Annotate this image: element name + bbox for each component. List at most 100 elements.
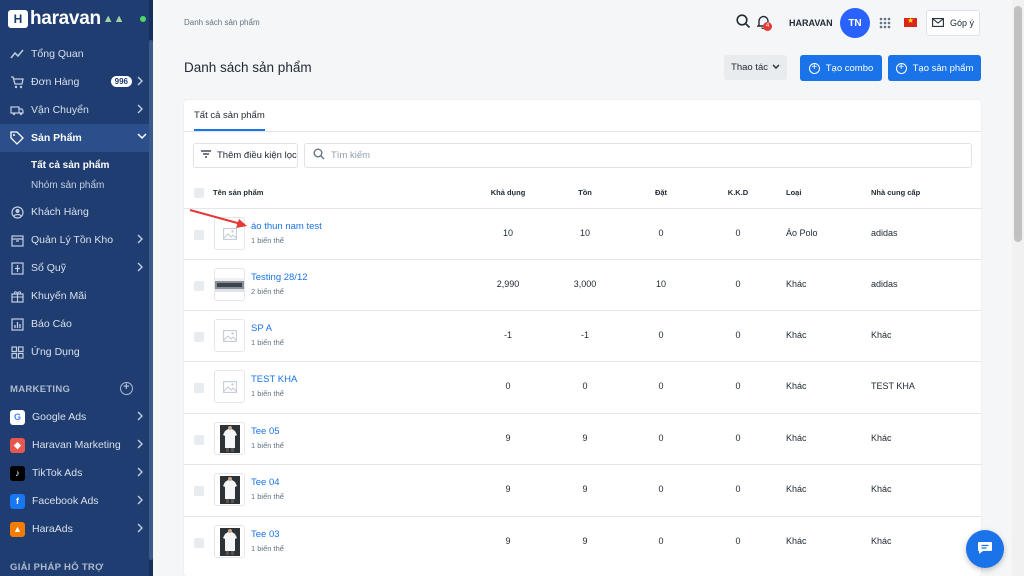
- product-thumbnail[interactable]: [214, 473, 245, 506]
- vendor-cell: adidas: [871, 279, 898, 289]
- sidebar-item-reports[interactable]: Báo Cáo: [0, 310, 153, 338]
- select-all-checkbox[interactable]: [194, 188, 204, 198]
- app-window: H haravan ▲▲ Tổng Quan Đơn Hàng 996 Vận …: [0, 0, 1024, 576]
- image-placeholder-icon: [222, 329, 237, 342]
- table-row[interactable]: SP A 1 biến thể -1 -1 0 0 Khác Khác: [184, 310, 981, 361]
- breadcrumb[interactable]: Danh sách sản phẩm: [184, 18, 260, 27]
- gift-icon: [10, 289, 24, 303]
- table-row[interactable]: TEST KHA 1 biến thể 0 0 0 0 Khác TEST KHA: [184, 361, 981, 412]
- product-thumbnail[interactable]: [214, 370, 245, 403]
- row-checkbox[interactable]: [194, 538, 204, 548]
- brand-logo[interactable]: H haravan ▲▲: [0, 0, 153, 38]
- add-channel-icon[interactable]: +: [120, 382, 133, 395]
- plus-circle-icon: +: [895, 62, 907, 74]
- sidebar-item-haravan-marketing[interactable]: ◆ Haravan Marketing: [0, 431, 153, 459]
- product-name-link[interactable]: Tee 05: [251, 426, 280, 437]
- table-row[interactable]: Tee 04 1 biến thể 9 9 0 0 Khác Khác: [184, 464, 981, 515]
- product-name-link[interactable]: áo thun nam test: [251, 221, 322, 232]
- product-photo: [215, 277, 244, 292]
- table-row[interactable]: Testing 28/12 2 biến thể 2,990 3,000 10 0 Khác…: [184, 259, 981, 310]
- report-icon: [10, 317, 24, 331]
- type-cell: Khác: [786, 484, 807, 494]
- marketing-section-title: MARKETING +: [0, 375, 153, 403]
- product-thumbnail[interactable]: [214, 525, 245, 558]
- column-header-ordered[interactable]: Đặt: [631, 188, 691, 197]
- product-name-link[interactable]: Testing 28/12: [251, 272, 308, 283]
- product-name-link[interactable]: Tee 03: [251, 529, 280, 540]
- table-row[interactable]: Tee 03 1 biến thể 9 9 0 0 Khác Khác: [184, 516, 981, 567]
- support-section-title: GIẢI PHÁP HỖ TRỢ: [10, 561, 104, 573]
- row-checkbox[interactable]: [194, 281, 204, 291]
- sidebar-subitem-product-groups[interactable]: Nhóm sản phẩm: [0, 175, 153, 195]
- row-checkbox[interactable]: [194, 383, 204, 393]
- sidebar-scrollbar[interactable]: [149, 0, 153, 576]
- product-name-link[interactable]: Tee 04: [251, 477, 280, 488]
- sidebar-item-inventory[interactable]: Quản Lý Tồn Kho: [0, 226, 153, 254]
- sidebar-item-apps[interactable]: Ứng Dụng: [0, 338, 153, 366]
- column-header-vendor[interactable]: Nhà cung cấp: [871, 188, 920, 197]
- sidebar-item-label: Báo Cáo: [31, 318, 72, 330]
- feedback-label: Góp ý: [949, 18, 974, 28]
- sidebar-item-tiktok-ads[interactable]: ♪ TikTok Ads: [0, 459, 153, 487]
- table-row[interactable]: Tee 05 1 biến thể 9 9 0 0 Khác Khác: [184, 413, 981, 464]
- page-scrollbar-thumb[interactable]: [1014, 6, 1022, 242]
- sidebar-item-haraads[interactable]: ▲ HaraAds: [0, 515, 153, 543]
- product-name-link[interactable]: SP A: [251, 323, 272, 334]
- sidebar-item-orders[interactable]: Đơn Hàng 996: [0, 68, 153, 96]
- product-variant-count: 1 biến thể: [251, 389, 284, 398]
- search-icon[interactable]: [736, 14, 751, 32]
- actions-dropdown-button[interactable]: Thao tác: [724, 55, 787, 80]
- sidebar-item-products[interactable]: Sản Phẩm: [0, 124, 153, 152]
- trend-icon: [10, 47, 24, 61]
- shop-name[interactable]: HARAVAN: [789, 18, 833, 28]
- column-header-name[interactable]: Tên sản phẩm: [213, 188, 263, 197]
- truck-icon: [10, 103, 24, 117]
- table-row[interactable]: áo thun nam test 1 biến thể 10 10 0 0 Áo Polo a…: [184, 208, 981, 259]
- product-name-link[interactable]: TEST KHA: [251, 374, 297, 385]
- available-cell: -1: [503, 330, 512, 340]
- section-label: MARKETING: [10, 383, 71, 395]
- sidebar-item-shipping[interactable]: Vận Chuyển: [0, 96, 153, 124]
- feedback-button[interactable]: Góp ý: [926, 10, 980, 36]
- kkd-cell: 0: [735, 279, 741, 289]
- apps-grid-icon[interactable]: [879, 17, 891, 32]
- page-title: Danh sách sản phẩm: [184, 60, 312, 75]
- product-variant-count: 2 biến thể: [251, 287, 284, 296]
- sidebar-item-cashbook[interactable]: Sổ Quỹ: [0, 254, 153, 282]
- product-thumbnail[interactable]: [214, 319, 245, 352]
- sidebar-scrollbar-thumb[interactable]: [149, 40, 153, 560]
- sidebar-item-customers[interactable]: Khách Hàng: [0, 198, 153, 226]
- vendor-cell: TEST KHA: [871, 381, 915, 391]
- product-thumbnail[interactable]: [214, 268, 245, 301]
- row-checkbox[interactable]: [194, 230, 204, 240]
- ordered-cell: 0: [658, 484, 664, 494]
- sidebar-item-promotions[interactable]: Khuyến Mãi: [0, 282, 153, 310]
- chat-support-button[interactable]: [966, 530, 1004, 568]
- create-product-button[interactable]: + Tạo sản phẩm: [888, 55, 981, 81]
- chevron-right-icon: [137, 523, 145, 535]
- user-icon: [10, 205, 24, 219]
- sidebar-item-facebook-ads[interactable]: f Facebook Ads: [0, 487, 153, 515]
- sidebar-item-label: Ứng Dụng: [31, 346, 80, 358]
- row-checkbox[interactable]: [194, 332, 204, 342]
- type-cell: Khác: [786, 536, 807, 546]
- sidebar-subitem-all-products[interactable]: Tất cả sản phẩm: [0, 155, 153, 175]
- vietnam-flag-icon[interactable]: [904, 16, 917, 27]
- sidebar-item-overview[interactable]: Tổng Quan: [0, 40, 153, 68]
- sidebar-item-google-ads[interactable]: G Google Ads: [0, 403, 153, 431]
- product-list-card: Tất cả sản phẩm Thêm điều kiện lọc Tìm k…: [184, 100, 981, 576]
- avatar[interactable]: TN: [840, 8, 870, 38]
- row-checkbox[interactable]: [194, 486, 204, 496]
- create-combo-button[interactable]: + Tạo combo: [800, 55, 882, 81]
- column-header-stock[interactable]: Tồn: [555, 188, 615, 197]
- ordered-cell: 0: [658, 330, 664, 340]
- apps-icon: [10, 345, 24, 359]
- tab-all-products[interactable]: Tất cả sản phẩm: [194, 110, 265, 131]
- search-input[interactable]: Tìm kiếm: [304, 143, 972, 168]
- column-header-available[interactable]: Khả dụng: [478, 188, 538, 197]
- column-header-kkd[interactable]: K.K.D: [708, 188, 768, 197]
- column-header-type[interactable]: Loại: [786, 188, 801, 197]
- add-filter-button[interactable]: Thêm điều kiện lọc: [193, 143, 298, 168]
- product-thumbnail[interactable]: [214, 422, 245, 455]
- row-checkbox[interactable]: [194, 435, 204, 445]
